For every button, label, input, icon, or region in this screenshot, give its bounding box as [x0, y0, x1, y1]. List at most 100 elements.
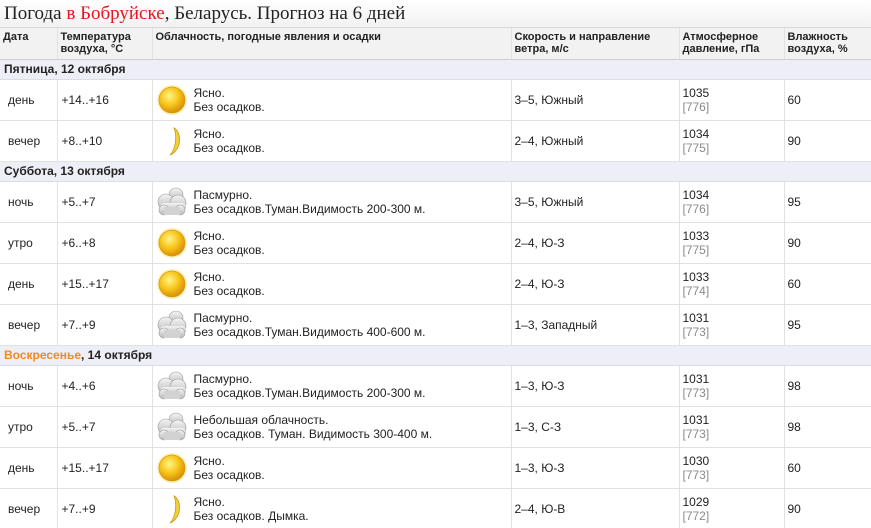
pressure-cell: 1035 [776]	[679, 79, 785, 121]
conditions-cell: Ясно. Без осадков. Дымка.	[152, 488, 512, 528]
pressure-mmhg: [774]	[682, 283, 710, 298]
pressure-hpa: 1029	[682, 494, 710, 509]
wind-cell: 1–3, Ю-З	[511, 365, 680, 407]
pressure-cell: 1031 [773]	[679, 304, 785, 346]
conditions-line1: Ясно.	[193, 85, 225, 100]
conditions-cell: Пасмурно. Без осадков.Туман.Видимость 20…	[152, 181, 512, 223]
day-date: , 12 октября	[54, 62, 126, 76]
conditions-line1: Пасмурно.	[193, 187, 253, 202]
period-cell: вечер	[0, 488, 58, 528]
col-header-temp: Температура воздуха, °C	[57, 28, 153, 60]
page-title: Погода в Бобруйске, Беларусь. Прогноз на…	[0, 0, 871, 28]
period-cell: день	[0, 447, 58, 489]
wind-cell: 2–4, Южный	[511, 120, 680, 162]
pressure-cell: 1029 [772]	[679, 488, 785, 528]
forecast-row: вечер +7..+9 Пасмурно. Без осадков.Туман…	[0, 304, 871, 346]
conditions-cell: Ясно. Без осадков.	[152, 447, 512, 489]
conditions-line1: Ясно.	[193, 126, 225, 141]
temperature-cell: +15..+17	[57, 447, 153, 489]
humidity-cell: 60	[784, 447, 871, 489]
period-cell: ночь	[0, 181, 58, 223]
day-header-row: Суббота, 13 октября	[0, 161, 871, 182]
conditions-cell: Небольшая облачность. Без осадков. Туман…	[152, 406, 512, 448]
forecast-row: день +15..+17 Ясно. Без осадков. 1–3, Ю-…	[0, 447, 871, 489]
pressure-cell: 1034 [776]	[679, 181, 785, 223]
pressure-cell: 1031 [773]	[679, 406, 785, 448]
temperature-cell: +6..+8	[57, 222, 153, 264]
period-cell: вечер	[0, 120, 58, 162]
moon-icon	[153, 491, 191, 527]
wind-cell: 2–4, Ю-З	[511, 263, 680, 305]
day-weekday[interactable]: Воскресенье	[4, 348, 81, 362]
pressure-mmhg: [775]	[682, 242, 710, 257]
forecast-row: вечер +8..+10 Ясно. Без осадков. 2–4, Юж…	[0, 120, 871, 162]
day-weekday: Суббота	[4, 164, 54, 178]
pressure-mmhg: [773]	[682, 385, 710, 400]
conditions-line2: Без осадков.Туман.Видимость 200-300 м.	[193, 385, 426, 400]
humidity-cell: 95	[784, 181, 871, 223]
pressure-hpa: 1033	[682, 228, 710, 243]
humidity-cell: 98	[784, 365, 871, 407]
pressure-hpa: 1035	[682, 85, 710, 100]
pressure-mmhg: [773]	[682, 467, 710, 482]
city-link[interactable]: в Бобруйске	[66, 3, 164, 24]
day-date: , 14 октября	[81, 348, 153, 362]
forecast-row: день +14..+16 Ясно. Без осадков. 3–5, Юж…	[0, 79, 871, 121]
day-header-row: Воскресенье, 14 октября	[0, 345, 871, 366]
forecast-row: ночь +4..+6 Пасмурно. Без осадков.Туман.…	[0, 365, 871, 407]
conditions-line2: Без осадков.	[193, 283, 265, 298]
period-cell: день	[0, 263, 58, 305]
fog-cloud-icon	[153, 184, 191, 220]
title-suffix: , Беларусь. Прогноз на 6 дней	[164, 3, 406, 24]
conditions-line1: Небольшая облачность.	[193, 412, 329, 427]
conditions-line1: Ясно.	[193, 494, 225, 509]
day-header-row: Пятница, 12 октября	[0, 59, 871, 80]
fog-cloud-icon	[153, 409, 191, 445]
pressure-mmhg: [773]	[682, 426, 710, 441]
temperature-cell: +4..+6	[57, 365, 153, 407]
fog-cloud-icon	[153, 307, 191, 343]
conditions-cell: Ясно. Без осадков.	[152, 222, 512, 264]
conditions-line2: Без осадков.	[193, 99, 265, 114]
temperature-cell: +15..+17	[57, 263, 153, 305]
forecast-row: день +15..+17 Ясно. Без осадков. 2–4, Ю-…	[0, 263, 871, 305]
humidity-cell: 98	[784, 406, 871, 448]
wind-cell: 1–3, С-З	[511, 406, 680, 448]
pressure-hpa: 1031	[682, 310, 710, 325]
temperature-cell: +8..+10	[57, 120, 153, 162]
col-header-wind: Скорость и направление ветра, м/с	[511, 28, 680, 60]
conditions-line1: Ясно.	[193, 269, 225, 284]
pressure-cell: 1034 [775]	[679, 120, 785, 162]
wind-cell: 2–4, Ю-З	[511, 222, 680, 264]
humidity-cell: 60	[784, 263, 871, 305]
pressure-hpa: 1031	[682, 412, 710, 427]
humidity-cell: 60	[784, 79, 871, 121]
conditions-cell: Ясно. Без осадков.	[152, 120, 512, 162]
pressure-hpa: 1034	[682, 187, 710, 202]
conditions-line2: Без осадков.	[193, 467, 265, 482]
period-cell: утро	[0, 222, 58, 264]
col-header-humidity: Влажность воздуха, %	[784, 28, 871, 60]
wind-cell: 3–5, Южный	[511, 79, 680, 121]
col-header-cloud: Облачность, погодные явления и осадки	[152, 28, 512, 60]
temperature-cell: +5..+7	[57, 181, 153, 223]
pressure-hpa: 1034	[682, 126, 710, 141]
conditions-line1: Пасмурно.	[193, 310, 253, 325]
temperature-cell: +5..+7	[57, 406, 153, 448]
table-header-row: Дата Температура воздуха, °C Облачность,…	[0, 28, 871, 60]
conditions-line2: Без осадков.	[193, 242, 265, 257]
col-header-pressure: Атмосферное давление, гПа	[679, 28, 785, 60]
period-cell: утро	[0, 406, 58, 448]
sun-icon	[153, 225, 191, 261]
fog-cloud-icon	[153, 368, 191, 404]
sun-icon	[153, 82, 191, 118]
wind-cell: 1–3, Западный	[511, 304, 680, 346]
conditions-cell: Пасмурно. Без осадков.Туман.Видимость 40…	[152, 304, 512, 346]
sun-icon	[153, 266, 191, 302]
conditions-line2: Без осадков.	[193, 140, 265, 155]
pressure-mmhg: [772]	[682, 508, 710, 523]
forecast-body: Пятница, 12 октября день +14..+16 Ясно. …	[0, 59, 871, 528]
pressure-hpa: 1033	[682, 269, 710, 284]
conditions-cell: Ясно. Без осадков.	[152, 263, 512, 305]
forecast-row: утро +5..+7 Небольшая облачность. Без ос…	[0, 406, 871, 448]
